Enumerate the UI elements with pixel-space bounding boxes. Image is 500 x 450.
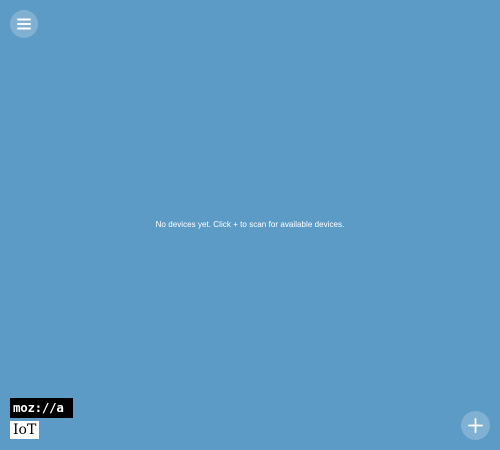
iot-wordmark: IoT: [10, 421, 40, 439]
add-device-button[interactable]: [461, 411, 490, 440]
plus-icon: [468, 418, 483, 433]
mozilla-wordmark: moz://a: [10, 398, 73, 418]
empty-devices-message: No devices yet. Click + to scan for avai…: [155, 220, 345, 229]
menu-button[interactable]: [10, 10, 38, 38]
hamburger-menu-icon: [17, 18, 31, 30]
mozilla-iot-logo: moz://a IoT: [10, 398, 73, 439]
